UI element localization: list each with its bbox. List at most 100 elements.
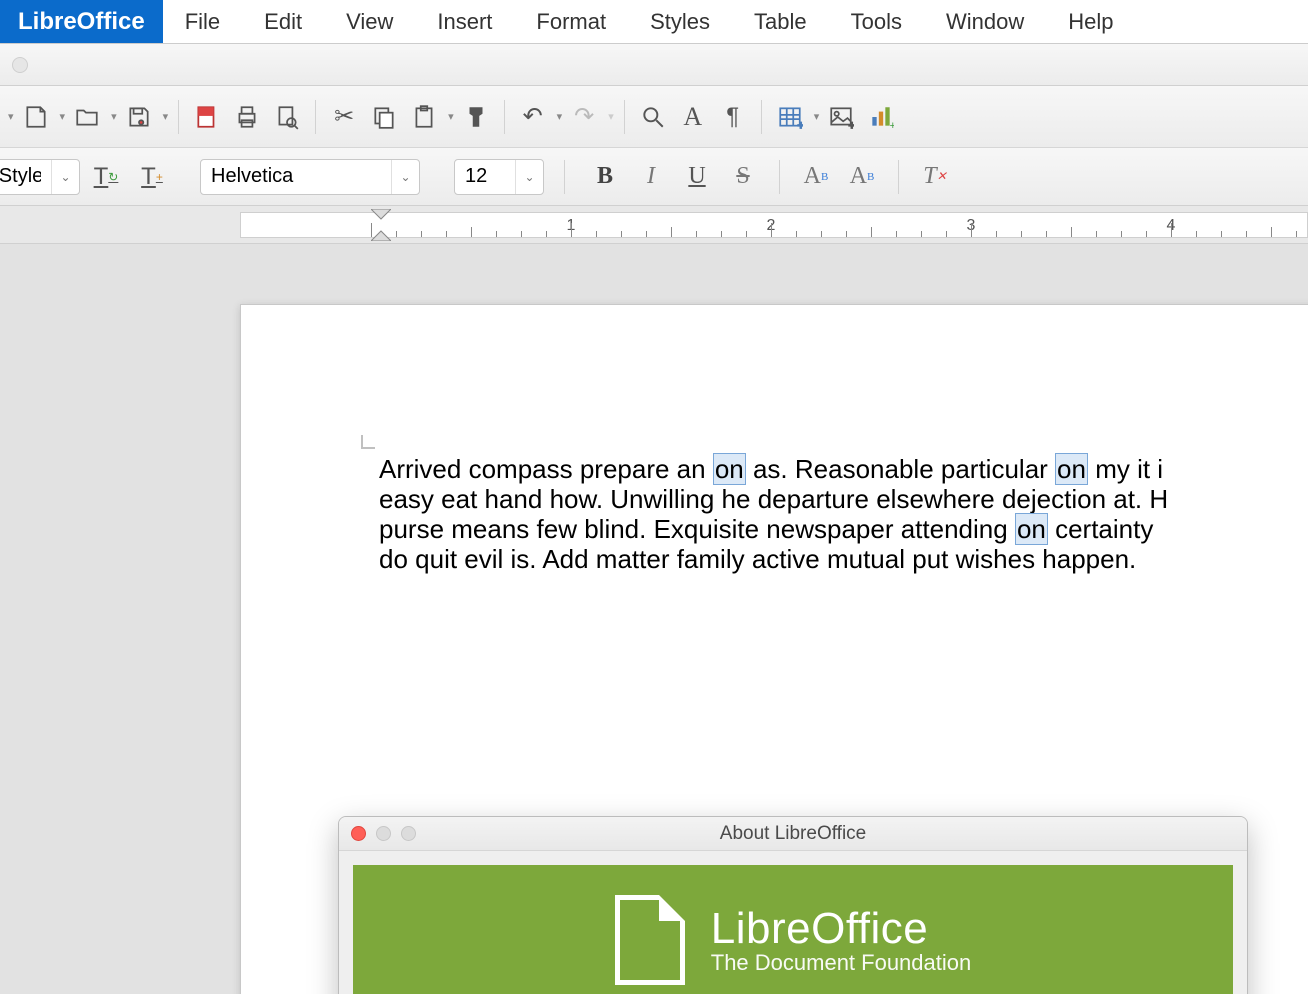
clear-formatting-button[interactable]: T✕ <box>915 157 955 197</box>
strikethrough-icon: S <box>736 163 749 190</box>
search-highlight[interactable]: on <box>1055 453 1088 485</box>
save-icon <box>126 104 152 130</box>
superscript-button[interactable]: AB <box>796 157 836 197</box>
formatting-marks-button[interactable]: ¶ <box>715 99 751 135</box>
print-button[interactable] <box>229 99 265 135</box>
search-highlight[interactable]: on <box>1015 513 1048 545</box>
subscript-icon: AB <box>850 163 875 190</box>
toolbar-separator <box>564 160 565 194</box>
insert-chart-icon: + <box>868 104 894 130</box>
cut-icon: ✂ <box>331 104 357 130</box>
svg-text:+: + <box>890 119 894 129</box>
new-document-dropdown[interactable]: ▾ <box>60 110 66 123</box>
menu-edit[interactable]: Edit <box>242 0 324 43</box>
toolbar-separator <box>624 100 625 134</box>
insert-table-dropdown[interactable]: ▾ <box>814 110 820 123</box>
clear-format-icon: T✕ <box>923 163 946 190</box>
toolbar-separator <box>761 100 762 134</box>
chevron-down-icon[interactable]: ⌄ <box>515 160 543 194</box>
clone-format-icon <box>463 104 489 130</box>
font-name-combo[interactable]: ⌄ <box>200 159 420 195</box>
save-dropdown[interactable]: ▾ <box>163 110 169 123</box>
redo-dropdown[interactable]: ▾ <box>608 110 614 123</box>
indent-marker-icon[interactable] <box>371 209 391 241</box>
undo-button[interactable]: ↶ <box>515 99 551 135</box>
subscript-button[interactable]: AB <box>842 157 882 197</box>
export-pdf-button[interactable] <box>189 99 225 135</box>
document-area[interactable]: Arrived compass prepare an on as. Reason… <box>0 244 1308 994</box>
new-style-button[interactable]: T+ <box>132 157 172 197</box>
undo-dropdown[interactable]: ▾ <box>557 110 563 123</box>
about-titlebar[interactable]: About LibreOffice <box>339 817 1247 851</box>
font-size-input[interactable] <box>455 160 515 194</box>
toolbar-separator <box>315 100 316 134</box>
strikethrough-button[interactable]: S <box>723 157 763 197</box>
save-button[interactable] <box>121 99 157 135</box>
find-replace-icon <box>640 104 666 130</box>
menu-table[interactable]: Table <box>732 0 829 43</box>
libreoffice-logo-icon <box>615 895 685 985</box>
menu-help[interactable]: Help <box>1046 0 1135 43</box>
copy-icon <box>371 104 397 130</box>
paragraph-style-input[interactable] <box>0 160 51 194</box>
print-preview-icon <box>274 104 300 130</box>
paste-button[interactable] <box>406 99 442 135</box>
font-size-combo[interactable]: ⌄ <box>454 159 544 195</box>
toolbar-overflow-left[interactable]: ▾ <box>8 110 14 123</box>
menu-view[interactable]: View <box>324 0 415 43</box>
bold-button[interactable]: B <box>585 157 625 197</box>
font-name-input[interactable] <box>201 160 391 194</box>
new-style-icon: T+ <box>141 163 163 191</box>
document-line[interactable]: do quit evil is. Add matter family activ… <box>379 545 1308 575</box>
update-style-button[interactable]: T↻ <box>86 157 126 197</box>
italic-button[interactable]: I <box>631 157 671 197</box>
insert-table-button[interactable]: + <box>772 99 808 135</box>
toolbar-separator <box>504 100 505 134</box>
traffic-light-disabled <box>12 57 28 73</box>
paragraph-style-combo[interactable]: ⌄ <box>0 159 80 195</box>
new-document-button[interactable] <box>18 99 54 135</box>
menu-insert[interactable]: Insert <box>415 0 514 43</box>
window-title: Untitled 1 <box>360 52 1308 78</box>
menu-window[interactable]: Window <box>924 0 1046 43</box>
open-folder-icon <box>74 104 100 130</box>
copy-button[interactable] <box>366 99 402 135</box>
about-banner-title: LibreOffice <box>711 904 972 954</box>
cut-button[interactable]: ✂ <box>326 99 362 135</box>
paste-icon <box>411 104 437 130</box>
print-preview-button[interactable] <box>269 99 305 135</box>
menu-styles[interactable]: Styles <box>628 0 732 43</box>
print-icon <box>234 104 260 130</box>
spellcheck-button[interactable]: A <box>675 99 711 135</box>
horizontal-ruler[interactable]: 1 2 3 4 <box>0 206 1308 244</box>
about-banner: LibreOffice The Document Foundation <box>353 865 1233 994</box>
document-text[interactable]: Arrived compass prepare an on as. Reason… <box>379 455 1308 575</box>
underline-button[interactable]: U <box>677 157 717 197</box>
svg-text:+: + <box>797 119 802 129</box>
app-brand[interactable]: LibreOffice <box>0 0 163 43</box>
insert-chart-button[interactable]: + <box>863 99 899 135</box>
menu-tools[interactable]: Tools <box>829 0 924 43</box>
undo-icon: ↶ <box>520 104 546 130</box>
menu-format[interactable]: Format <box>514 0 628 43</box>
chevron-down-icon[interactable]: ⌄ <box>391 160 419 194</box>
menu-file[interactable]: File <box>163 0 242 43</box>
find-replace-button[interactable] <box>635 99 671 135</box>
open-dropdown[interactable]: ▾ <box>111 110 117 123</box>
paste-dropdown[interactable]: ▾ <box>448 110 454 123</box>
insert-image-button[interactable]: + <box>823 99 859 135</box>
about-dialog: About LibreOffice LibreOffice The Docume… <box>338 816 1248 994</box>
clone-formatting-button[interactable] <box>458 99 494 135</box>
document-line[interactable]: easy eat hand how. Unwilling he departur… <box>379 485 1308 515</box>
document-line[interactable]: Arrived compass prepare an on as. Reason… <box>379 455 1308 485</box>
open-button[interactable] <box>69 99 105 135</box>
bold-icon: B <box>597 163 613 190</box>
redo-button[interactable]: ↷ <box>566 99 602 135</box>
toolbar-separator <box>178 100 179 134</box>
chevron-down-icon[interactable]: ⌄ <box>51 160 79 194</box>
document-line[interactable]: purse means few blind. Exquisite newspap… <box>379 515 1308 545</box>
redo-icon: ↷ <box>571 104 597 130</box>
insert-table-icon: + <box>777 104 803 130</box>
search-highlight[interactable]: on <box>713 453 746 485</box>
about-banner-subtitle: The Document Foundation <box>711 950 972 976</box>
